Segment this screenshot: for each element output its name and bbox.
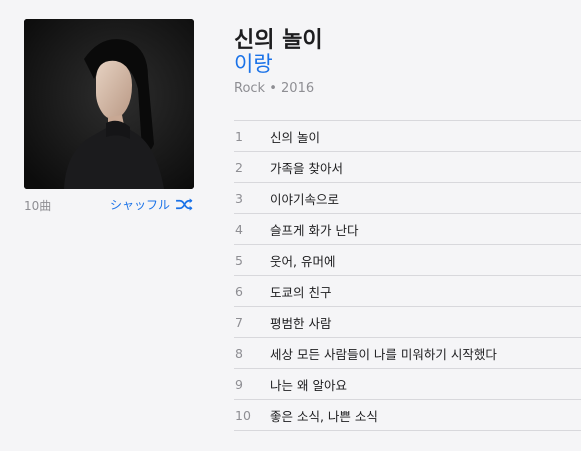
separator-dot: • [269, 81, 277, 96]
shuffle-button[interactable]: シャッフル [110, 196, 194, 213]
track-row[interactable]: 5 웃어, 유머에 [234, 245, 581, 276]
track-row[interactable]: 7 평범한 사람 [234, 307, 581, 338]
track-row[interactable]: 9 나는 왜 알아요 [234, 369, 581, 400]
artist-link[interactable]: 이랑 [234, 48, 273, 78]
track-title: 슬프게 화가 난다 [270, 222, 359, 238]
track-row[interactable]: 10 좋은 소식, 나쁜 소식 [234, 400, 581, 431]
track-title: 나는 왜 알아요 [270, 377, 347, 393]
track-number: 7 [235, 314, 243, 330]
track-title: 도쿄의 친구 [270, 284, 332, 300]
release-year: 2016 [281, 81, 315, 96]
album-meta-left: 10曲 シャッフル [24, 196, 194, 216]
track-list: 1 신의 놀이 2 가족을 찾아서 3 이야기속으로 4 슬프게 화가 난다 5 웃어, 유머에 6… [234, 120, 581, 431]
track-title: 웃어, 유머에 [270, 253, 336, 269]
genre-label: Rock [234, 81, 266, 96]
track-title: 이야기속으로 [270, 191, 340, 207]
track-title: 세상 모든 사람들이 나를 미워하기 시작했다 [270, 346, 497, 362]
album-subtitle: Rock • 2016 [234, 81, 314, 96]
track-title: 신의 놀이 [270, 129, 320, 145]
shuffle-icon [176, 198, 193, 211]
track-title: 가족을 찾아서 [270, 160, 343, 176]
track-title: 좋은 소식, 나쁜 소식 [270, 408, 378, 424]
album-artwork[interactable] [24, 19, 194, 189]
track-number: 5 [235, 252, 243, 268]
track-number: 3 [235, 190, 243, 206]
track-row[interactable]: 2 가족을 찾아서 [234, 152, 581, 183]
track-number: 6 [235, 283, 243, 299]
track-number: 9 [235, 376, 243, 392]
track-number: 10 [235, 407, 251, 423]
track-row[interactable]: 1 신의 놀이 [234, 121, 581, 152]
track-count: 10曲 [24, 199, 52, 213]
track-row[interactable]: 6 도쿄의 친구 [234, 276, 581, 307]
track-number: 4 [235, 221, 243, 237]
track-row[interactable]: 3 이야기속으로 [234, 183, 581, 214]
track-row[interactable]: 8 세상 모든 사람들이 나를 미워하기 시작했다 [234, 338, 581, 369]
track-number: 8 [235, 345, 243, 361]
track-number: 1 [235, 128, 243, 144]
album-artwork-image [24, 19, 194, 189]
track-row[interactable]: 4 슬프게 화가 난다 [234, 214, 581, 245]
track-title: 평범한 사람 [270, 315, 332, 331]
track-number: 2 [235, 159, 243, 175]
shuffle-label: シャッフル [109, 198, 170, 212]
